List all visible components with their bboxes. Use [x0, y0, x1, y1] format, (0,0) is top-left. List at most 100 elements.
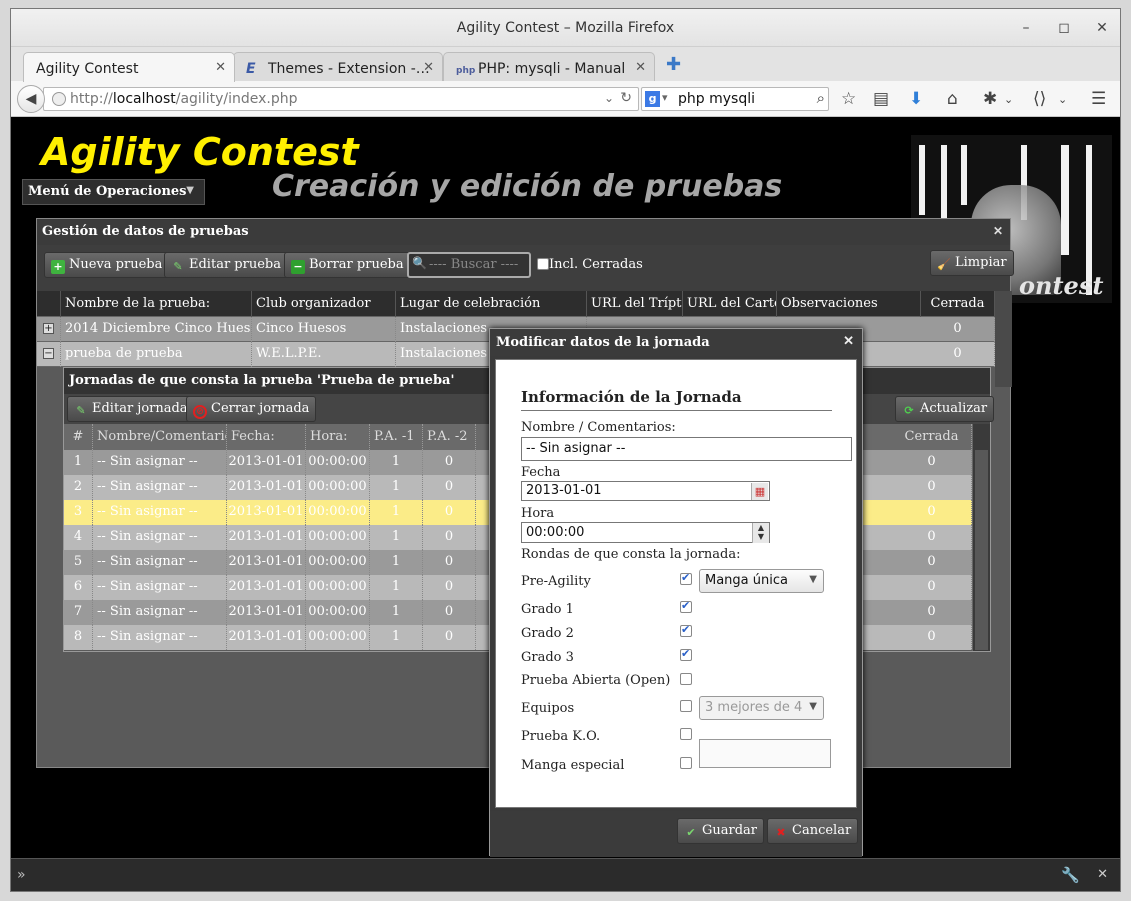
column-header[interactable]: Fecha: [227, 424, 306, 450]
bookmark-star-icon[interactable]: ☆ [841, 89, 856, 109]
date-value: 2013-01-01 [526, 483, 602, 498]
contests-scrollbar[interactable] [995, 291, 1012, 387]
reload-icon[interactable]: ↻ [620, 90, 632, 106]
url-prefix: http:// [70, 91, 113, 107]
round-time: 00:00:00 [306, 500, 370, 525]
column-header[interactable]: Hora: [306, 424, 370, 450]
chevron-down-icon[interactable]: ⌄ [604, 91, 614, 105]
column-header[interactable]: Cerrada [892, 424, 972, 450]
google-icon[interactable]: g [645, 91, 660, 107]
collapse-icon[interactable]: − [43, 348, 54, 359]
pre-agility-checkbox[interactable] [680, 571, 692, 585]
php-icon: php [456, 66, 476, 76]
date-field[interactable]: 2013-01-01 ▦ [521, 481, 770, 501]
expander-cell[interactable]: + [37, 317, 61, 342]
round-number: 4 [64, 525, 93, 550]
edit-contest-button[interactable]: ✎ Editar prueba [164, 252, 288, 278]
contest-search-input[interactable]: 🔍 ---- Buscar ---- [407, 252, 531, 278]
pre-agility-mode-select[interactable]: Manga única ▼ [699, 569, 824, 593]
chevron-down-icon[interactable]: ⌄ [1058, 93, 1067, 106]
column-header[interactable]: # [64, 424, 93, 450]
dialog-titlebar: Modificar datos de la jornada ✕ [490, 329, 862, 356]
name-field[interactable]: -- Sin asignar -- [521, 437, 852, 461]
spinner-icon[interactable]: ▲ ▼ [752, 523, 769, 543]
reading-list-icon[interactable]: ▤ [873, 89, 889, 109]
cancel-button[interactable]: ✖ Cancelar [767, 818, 859, 844]
edit-contest-label: Editar prueba [189, 257, 281, 272]
developer-icon[interactable]: ⟨⟩ [1033, 89, 1046, 109]
column-header[interactable]: Club organizador [252, 291, 396, 317]
tab-agility-contest[interactable]: Agility Contest ✕ [23, 52, 235, 82]
clear-button[interactable]: 🧹 Limpiar [930, 250, 1014, 276]
wrench-icon[interactable]: 🔧 [1061, 866, 1080, 884]
download-icon[interactable]: ⬇ [909, 89, 923, 109]
time-value: 00:00:00 [526, 525, 585, 540]
calendar-icon[interactable]: ▦ [751, 483, 768, 500]
grado-3-checkbox[interactable] [680, 647, 692, 661]
new-tab-icon[interactable]: ✚ [666, 54, 681, 75]
ko-checkbox[interactable] [680, 728, 692, 740]
column-header[interactable]: Nombre/Comentario [93, 424, 227, 450]
expand-icon[interactable]: + [43, 323, 54, 334]
equipos-checkbox[interactable] [680, 700, 692, 712]
include-closed-toggle[interactable]: Incl. Cerradas [537, 257, 643, 272]
column-header[interactable]: P.A. -2 [423, 424, 476, 450]
round-pa1: 1 [370, 500, 423, 525]
close-tab-icon[interactable]: ✕ [635, 60, 646, 75]
tab-php-mysqli[interactable]: php PHP: mysqli - Manual ✕ [443, 52, 655, 82]
open-checkbox[interactable] [680, 673, 692, 685]
column-header[interactable]: URL del Carte [683, 291, 777, 317]
equipos-mode-select[interactable]: 3 mejores de 4 ▼ [699, 696, 824, 720]
scrollbar-thumb[interactable] [975, 450, 988, 650]
close-icon[interactable]: ✕ [993, 224, 1003, 238]
search-bar[interactable]: g ▾ php mysqli ⌕ [641, 87, 829, 111]
grado-2-checkbox[interactable] [680, 623, 692, 637]
rounds-scrollbar[interactable] [972, 424, 990, 651]
time-field[interactable]: 00:00:00 ▲ ▼ [521, 522, 770, 543]
close-window-icon[interactable]: ✕ [1092, 18, 1112, 38]
column-header[interactable]: P.A. -1 [370, 424, 423, 450]
column-header[interactable]: URL del Trípti [587, 291, 683, 317]
operations-menu[interactable]: Menú de Operaciones ▼ [22, 179, 205, 205]
column-header[interactable]: Lugar de celebración [396, 291, 587, 317]
logo-bar [919, 145, 925, 215]
chevron-right-icon[interactable]: » [17, 867, 26, 883]
column-header[interactable]: Cerrada [921, 291, 995, 317]
minimize-icon[interactable]: – [1016, 18, 1036, 38]
chevron-down-icon[interactable]: ▾ [662, 91, 668, 104]
round-name: -- Sin asignar -- [93, 450, 227, 475]
especial-checkbox[interactable] [680, 757, 692, 769]
include-closed-checkbox[interactable] [537, 258, 549, 270]
refresh-button[interactable]: ⟳ Actualizar [895, 396, 995, 422]
delete-contest-button[interactable]: − Borrar prueba [284, 252, 411, 278]
search-icon[interactable]: ⌕ [817, 89, 825, 107]
close-tab-icon[interactable]: ✕ [423, 60, 434, 75]
edit-round-button[interactable]: ✎ Editar jornada [67, 396, 195, 422]
expander-cell[interactable]: − [37, 342, 61, 367]
addon-icon[interactable]: ✱ [983, 89, 997, 109]
especial-text-field[interactable] [699, 739, 831, 768]
round-pa2: 0 [423, 575, 476, 600]
grado-1-checkbox[interactable] [680, 599, 692, 613]
column-header[interactable]: Observaciones [777, 291, 921, 317]
round-number: 2 [64, 475, 93, 500]
logo-text: ontest [1019, 271, 1104, 300]
select-value: Manga única [705, 573, 788, 588]
save-button[interactable]: ✔ Guardar [677, 818, 765, 844]
close-icon[interactable]: ✕ [843, 334, 854, 349]
hamburger-menu-icon[interactable]: ☰ [1091, 89, 1106, 109]
round-name: -- Sin asignar -- [93, 475, 227, 500]
home-icon[interactable]: ⌂ [947, 89, 958, 109]
new-contest-button[interactable]: + Nueva prueba [44, 252, 170, 278]
maximize-icon[interactable]: ◻ [1054, 18, 1074, 38]
close-tab-icon[interactable]: ✕ [215, 60, 226, 75]
back-button[interactable]: ◀ [17, 85, 45, 113]
close-round-button[interactable]: ⊘ Cerrar jornada [186, 396, 317, 422]
column-header[interactable]: Nombre de la prueba: [61, 291, 252, 317]
chevron-down-icon[interactable]: ⌄ [1004, 93, 1013, 106]
close-icon[interactable]: ✕ [1097, 867, 1108, 882]
tab-themes-extension[interactable]: E Themes - Extension -… ✕ [233, 52, 443, 82]
round-number: 8 [64, 625, 93, 650]
url-bar[interactable]: http://localhost/agility/index.php ⌄ ↻ [43, 87, 639, 111]
navigation-bar: http://localhost/agility/index.php ⌄ ↻ ◀… [11, 81, 1120, 117]
